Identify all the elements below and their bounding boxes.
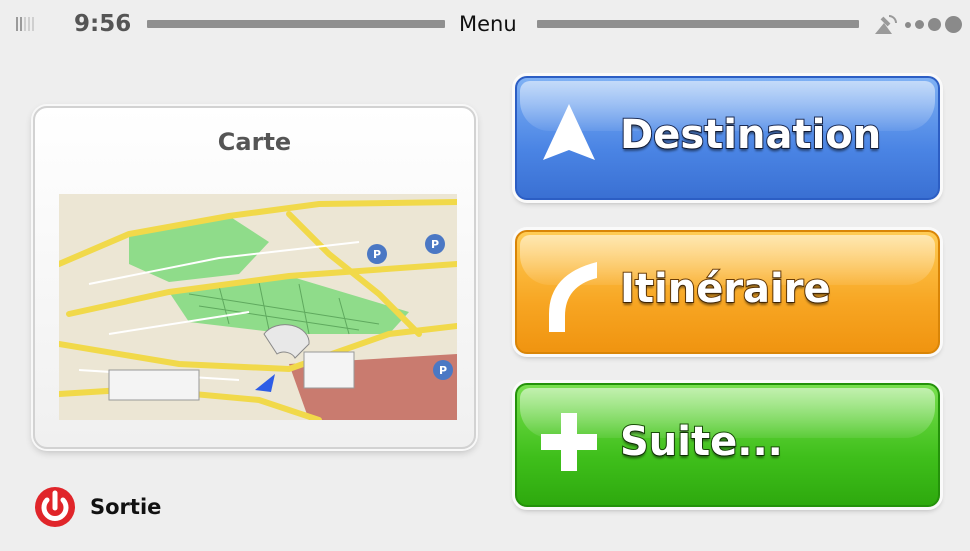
- power-icon: [35, 487, 75, 527]
- signal-strength-icon: [16, 17, 34, 31]
- svg-text:P: P: [373, 248, 381, 261]
- battery-dots-icon: [905, 16, 962, 33]
- itinerary-button[interactable]: Itinéraire: [515, 230, 940, 354]
- map-card-title: Carte: [217, 128, 292, 156]
- more-label: Suite...: [619, 418, 784, 466]
- clock: 9:56: [74, 11, 132, 37]
- more-button[interactable]: Suite...: [515, 383, 940, 507]
- svg-text:P: P: [431, 238, 439, 251]
- exit-button[interactable]: Sortie: [34, 486, 161, 528]
- itinerary-label: Itinéraire: [619, 265, 832, 313]
- route-curve-icon: [549, 262, 597, 332]
- plus-icon: [541, 413, 597, 471]
- status-divider-right: [537, 20, 859, 28]
- screen-title: Menu: [459, 12, 517, 36]
- status-bar: 9:56 Menu: [0, 0, 970, 50]
- map-card[interactable]: Carte P P P: [33, 106, 476, 449]
- destination-button[interactable]: Destination: [515, 76, 940, 200]
- navigation-arrow-icon: [543, 104, 595, 160]
- map-preview: P P P: [59, 194, 457, 420]
- gps-satellite-icon: [875, 15, 897, 34]
- destination-label: Destination: [619, 111, 882, 159]
- svg-text:P: P: [439, 364, 447, 377]
- status-divider-left: [147, 20, 445, 28]
- exit-label: Sortie: [90, 495, 162, 519]
